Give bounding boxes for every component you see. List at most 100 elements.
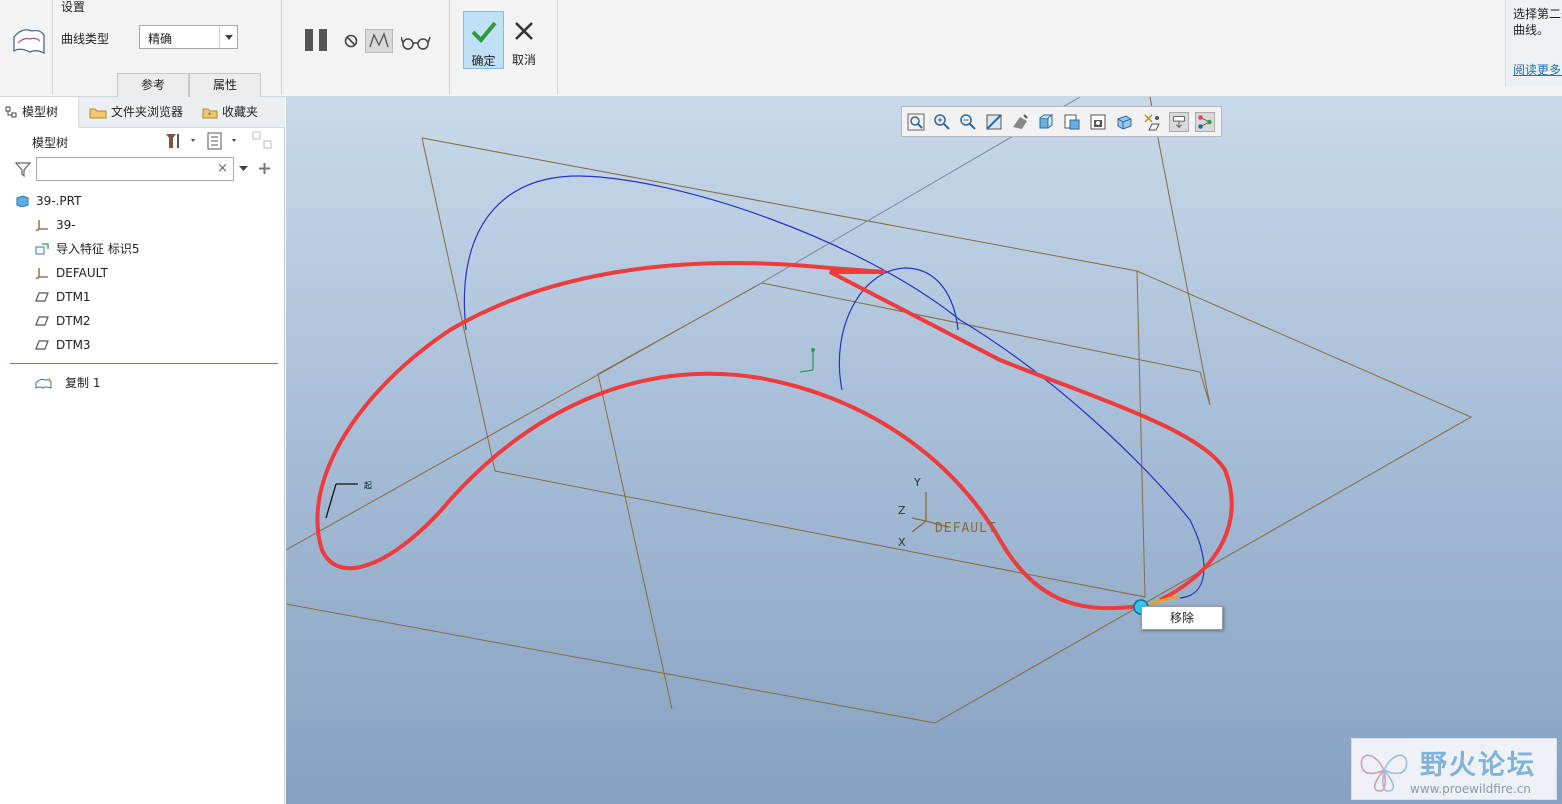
tab-model-tree[interactable]: 模型树 [0, 97, 79, 128]
tab-folder-browser-label: 文件夹浏览器 [111, 105, 184, 119]
model-tree-panel: 模型树 文件夹浏览器 * 收藏夹 模型树 × 39-.PRT 39- 导入特征 … [0, 97, 285, 804]
separator [281, 0, 282, 95]
graphics-viewport[interactable]: 起 Y Z X DEFAULT 移除 野火论坛 www.proewildfire… [286, 97, 1562, 804]
datum-plane-dtm3[interactable] [286, 97, 1211, 710]
ribbon: 设置 曲线类型 精确 参考 属性 确定 取消 选择第二条 曲线。 阅读更多... [0, 0, 1562, 97]
csys-icon [35, 220, 48, 231]
view-manager-icon[interactable] [1062, 112, 1082, 132]
separator [52, 0, 53, 95]
folder-icon [89, 108, 107, 119]
zoom-out-icon[interactable] [958, 112, 978, 132]
tab-favorites-label: 收藏夹 [222, 105, 259, 119]
insert-indicator [10, 363, 278, 364]
zoom-in-icon[interactable] [932, 112, 952, 132]
model-tree-icon [5, 106, 17, 118]
forum-watermark: 野火论坛 www.proewildfire.cn [1351, 738, 1557, 800]
tree-item-label: DTM2 [56, 314, 91, 328]
add-icon[interactable] [258, 162, 271, 175]
csys-axis-x: X [898, 536, 906, 549]
tab-references[interactable]: 参考 [117, 73, 189, 97]
part-icon [16, 195, 29, 207]
selected-curve-return[interactable] [829, 266, 1234, 602]
tab-properties[interactable]: 属性 [189, 73, 261, 97]
help-text-line-1: 选择第二条 [1513, 7, 1562, 21]
tree-item-label: 复制 1 [65, 376, 101, 390]
tab-model-tree-label: 模型树 [22, 105, 59, 119]
tree-item-label: DTM1 [56, 290, 91, 304]
datum-plane-icon [35, 340, 49, 350]
tree-item-part[interactable]: 39-.PRT [0, 190, 280, 212]
glasses-icon[interactable] [401, 34, 431, 50]
saved-views-icon[interactable] [1036, 112, 1056, 132]
section-icon[interactable] [1114, 112, 1134, 132]
chevron-down-icon[interactable] [239, 166, 248, 172]
ok-label: 确定 [471, 54, 496, 68]
panel-tabs: 模型树 文件夹浏览器 * 收藏夹 [0, 97, 285, 128]
pause-icon[interactable] [305, 29, 329, 51]
cancel-label: 取消 [511, 53, 536, 67]
tree-item-label: DEFAULT [56, 266, 108, 280]
tree-item-label: 39- [56, 218, 76, 232]
tab-folder-browser[interactable]: 文件夹浏览器 [83, 97, 193, 128]
tree-item-dtm1[interactable]: DTM1 [0, 286, 280, 308]
read-more-link[interactable]: 阅读更多... [1513, 62, 1562, 78]
butterfly-logo-icon [1360, 754, 1408, 792]
repaint-icon[interactable] [984, 112, 1004, 132]
filter-icon[interactable] [15, 161, 31, 177]
selected-curve[interactable] [315, 261, 1141, 611]
svg-text:*: * [48, 377, 51, 384]
graphics-toolbar [901, 106, 1222, 137]
show-options-icon[interactable] [207, 132, 243, 150]
curve-type-label: 曲线类型 [61, 32, 110, 46]
csys-axis-y: Y [913, 476, 921, 489]
help-text-line-2: 曲线。 [1513, 23, 1550, 37]
annotation-display-icon[interactable] [1169, 112, 1189, 132]
triad-icon [799, 350, 814, 373]
tree-item-label: DTM3 [56, 338, 91, 352]
display-style-icon[interactable] [1010, 112, 1030, 132]
svg-text:*: * [208, 111, 212, 119]
tree-item-copy-feature[interactable]: * 复制 1 [0, 372, 280, 394]
model-tree-title: 模型树 [32, 136, 69, 150]
cancel-button[interactable]: 取消 [505, 11, 543, 69]
datum-plane-dtm1[interactable] [286, 137, 1473, 724]
tree-item-import-feature[interactable]: 导入特征 标识5 [0, 238, 280, 260]
curve-type-dropdown[interactable]: 精确 [139, 25, 238, 49]
checkmark-icon [471, 21, 497, 43]
csys-icon [35, 268, 48, 279]
datum-display-icon[interactable] [1142, 112, 1162, 132]
tools-icon[interactable] [163, 132, 199, 150]
feature-preview-icon[interactable] [365, 29, 393, 53]
tree-item-dtm2[interactable]: DTM2 [0, 310, 280, 332]
close-icon [515, 22, 533, 40]
refit-icon[interactable] [906, 112, 926, 132]
csys-axis-z: Z [898, 504, 906, 517]
separator [449, 0, 450, 95]
clear-icon[interactable]: × [217, 161, 228, 176]
import-feature-icon [35, 243, 49, 255]
perspective-icon[interactable] [1088, 112, 1108, 132]
ok-button[interactable]: 确定 [463, 11, 504, 69]
settings-group-title: 设置 [61, 0, 86, 14]
csys-label[interactable]: DEFAULT [935, 521, 997, 536]
tree-item-default-csys[interactable]: DEFAULT [0, 262, 280, 284]
message-panel: 选择第二条 曲线。 阅读更多... [1505, 0, 1562, 86]
tree-item-label: 39-.PRT [36, 194, 82, 208]
tab-favorites[interactable]: * 收藏夹 [196, 97, 276, 128]
settings-disabled-icon [252, 131, 272, 149]
favorites-icon: * [202, 108, 218, 119]
context-menu-remove[interactable]: 移除 [1141, 606, 1223, 630]
model-geometry[interactable]: 起 Y Z X DEFAULT [286, 97, 1562, 804]
watermark-url: www.proewildfire.cn [1410, 782, 1531, 796]
datum-plane-dtm2[interactable] [421, 137, 1146, 598]
triad-dot [811, 348, 815, 352]
filter-input[interactable]: × [36, 157, 234, 181]
no-preview-icon[interactable] [344, 34, 358, 48]
curve-start-marker [325, 483, 358, 519]
chevron-down-icon[interactable] [219, 26, 237, 48]
tree-item-dtm3[interactable]: DTM3 [0, 334, 280, 356]
tree-item-csys[interactable]: 39- [0, 214, 280, 236]
spin-center-icon[interactable] [1195, 112, 1215, 132]
tree-item-label: 导入特征 标识5 [56, 242, 140, 256]
copy-surface-icon [13, 29, 45, 55]
